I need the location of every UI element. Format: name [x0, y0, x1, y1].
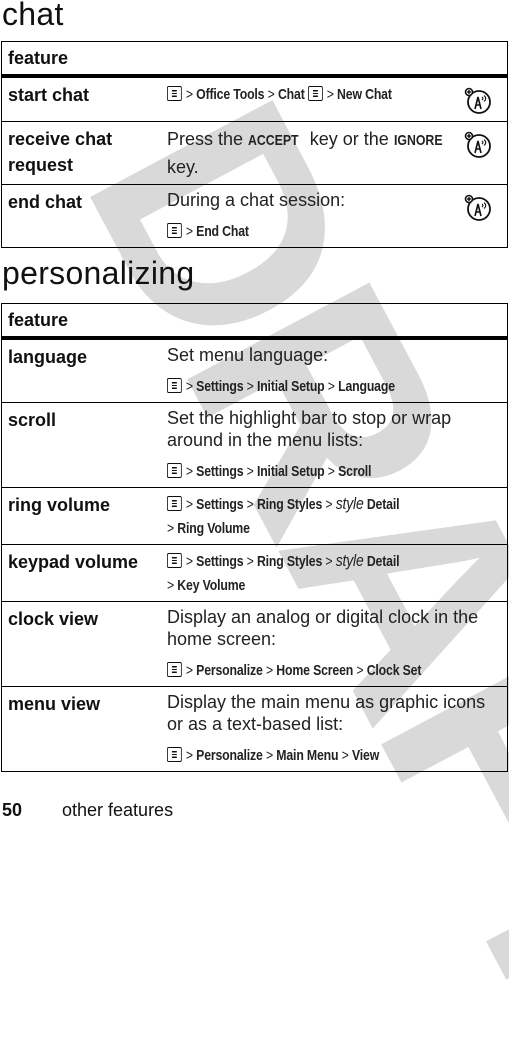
table-row: clock view Display an analog or digital … — [1, 601, 508, 687]
table-row: scroll Set the highlight bar to stop or … — [1, 402, 508, 488]
menu-path: > Settings > Initial Setup > Language — [167, 376, 395, 398]
menu-path: > Settings > Initial Setup > Scroll — [167, 461, 371, 483]
feature-name: receive chat request — [1, 121, 155, 185]
menu-path: > Settings > Ring Styles > style Detail — [167, 493, 400, 516]
table-row: end chat During a chat session: > End Cha… — [1, 184, 508, 248]
menu-key-icon — [167, 223, 182, 238]
menu-key-icon — [167, 496, 182, 511]
footer-section-title: other features — [62, 800, 174, 820]
ignore-key-label: IGNORE — [393, 132, 443, 149]
network-feature-icon — [464, 87, 491, 114]
feature-name: keypad volume — [1, 544, 155, 602]
feature-name: end chat — [1, 184, 155, 248]
table-row: receive chat request Press the ACCEPT key … — [1, 121, 508, 185]
section-title-personalizing: personalizing — [2, 255, 195, 291]
table-row: keypad volume > Settings > Ring Styles > styl… — [1, 544, 508, 602]
table-row: language Set menu language: > Settings > In… — [1, 337, 508, 403]
table-row: ring volume > Settings > Ring Styles > style … — [1, 487, 508, 545]
feature-name: scroll — [1, 402, 155, 488]
menu-path: > Personalize > Home Screen > Clock Set — [167, 660, 421, 682]
menu-path: > Office Tools > Chat > New Chat — [167, 84, 392, 106]
feature-name: ring volume — [1, 487, 155, 545]
menu-key-icon — [307, 86, 323, 101]
feature-name: clock view — [1, 601, 155, 687]
network-feature-icon — [464, 131, 491, 158]
menu-key-icon — [167, 747, 182, 762]
table-header: feature — [1, 303, 508, 340]
network-feature-icon — [464, 194, 491, 221]
menu-key-icon — [167, 378, 182, 393]
feature-name: language — [1, 337, 155, 403]
menu-key-icon — [167, 662, 182, 677]
menu-key-icon — [167, 553, 182, 568]
table-header: feature — [1, 41, 508, 78]
menu-key-icon — [167, 463, 182, 478]
menu-path: > End Chat — [167, 221, 249, 243]
section-title-chat: chat — [2, 0, 64, 32]
menu-path: > Settings > Ring Styles > style Detail — [167, 550, 400, 573]
feature-name: start chat — [1, 75, 155, 122]
table-row: start chat > Office Tools > Chat > New Chat — [1, 75, 508, 122]
menu-key-icon — [167, 86, 182, 101]
menu-path: > Personalize > Main Menu > View — [167, 745, 379, 767]
chat-feature-table: feature start chat > Office Tools > Chat > N… — [1, 41, 508, 248]
accept-key-label: ACCEPT — [248, 132, 299, 149]
personalizing-feature-table: feature language Set menu language: > Set… — [1, 303, 508, 772]
feature-name: menu view — [1, 686, 155, 772]
table-row: menu view Display the main menu as graph… — [1, 686, 508, 772]
